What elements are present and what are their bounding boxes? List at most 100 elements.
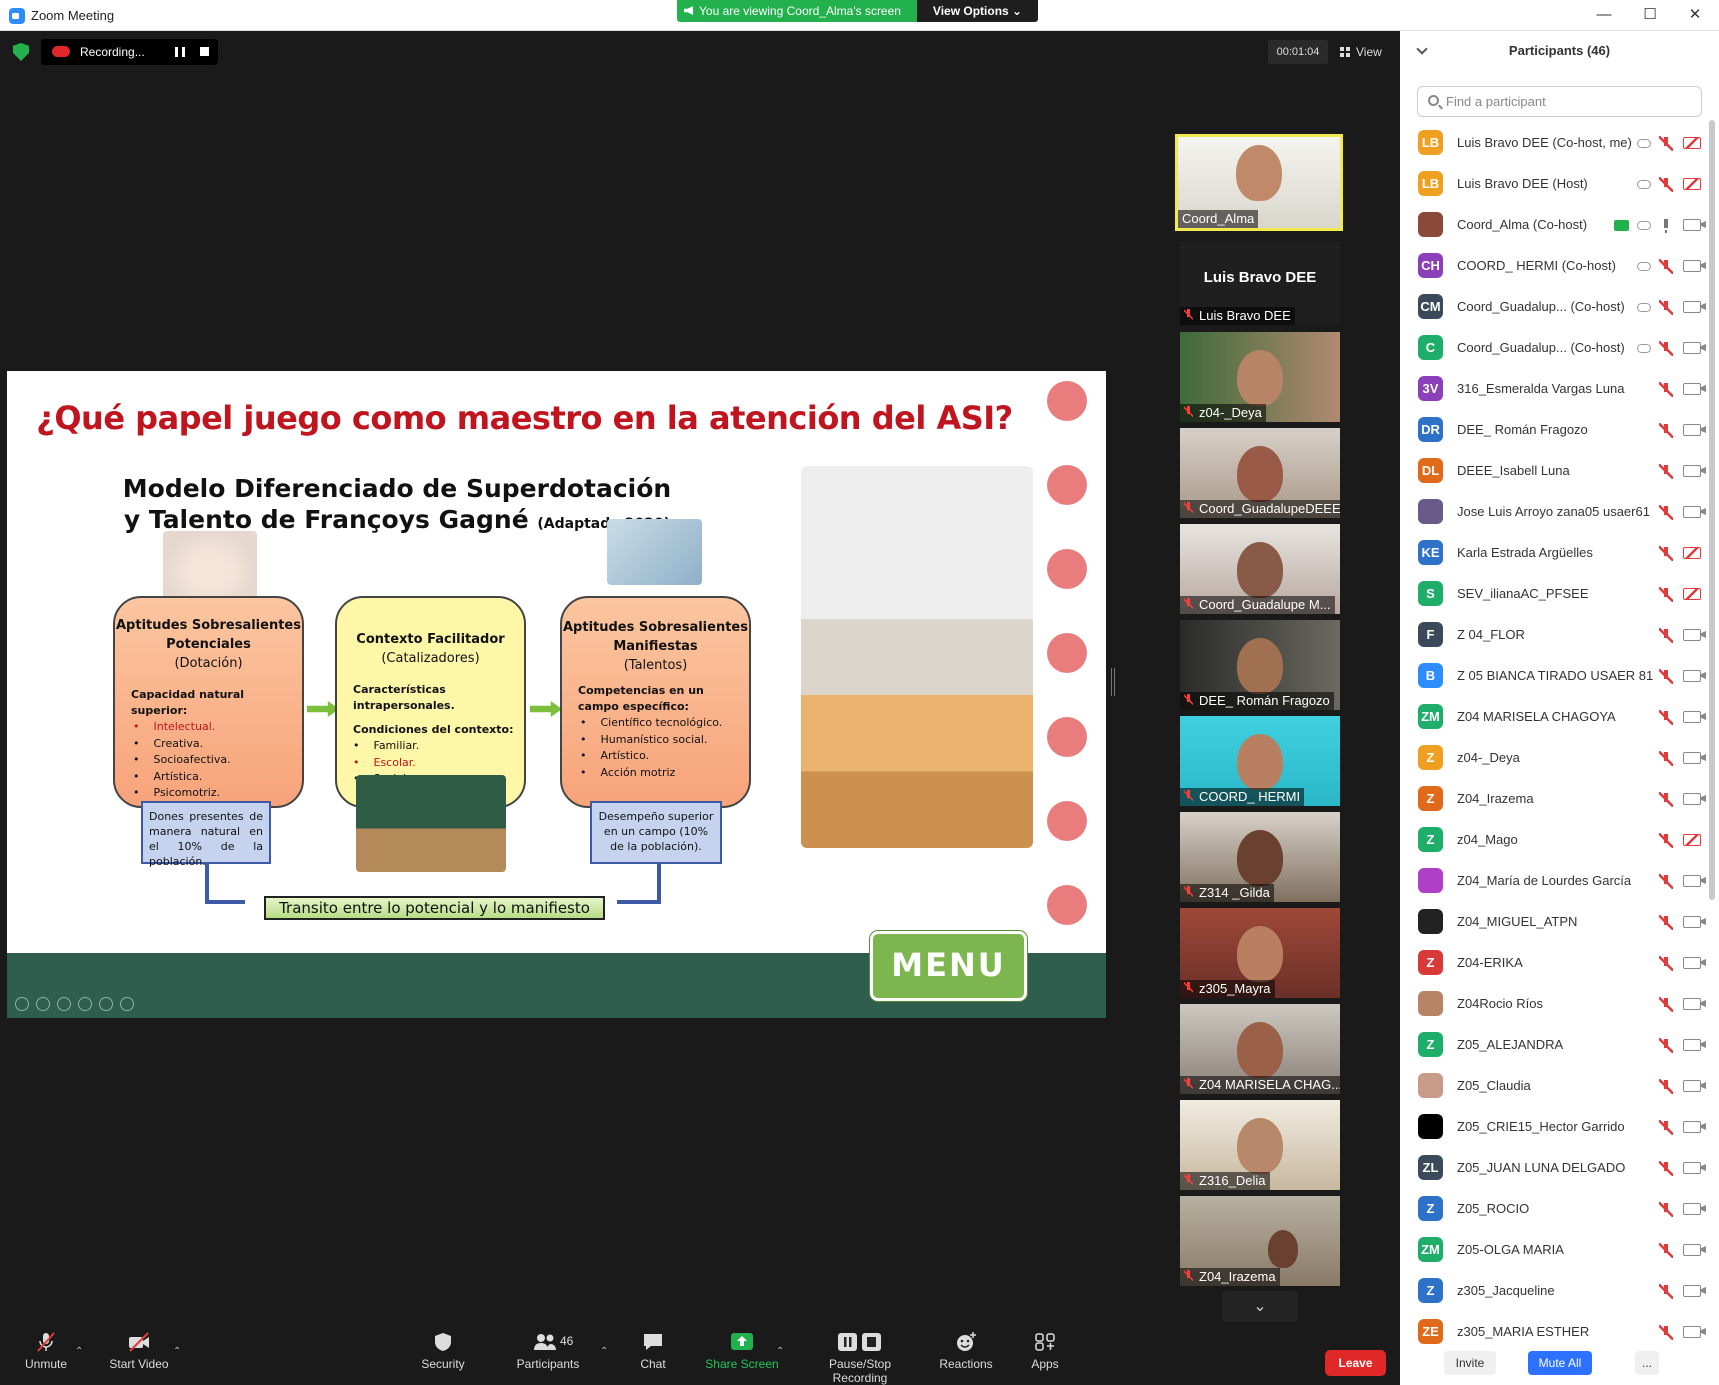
muted-mic-icon[interactable] [1659,627,1673,643]
video-icon[interactable] [1683,342,1701,354]
video-tile[interactable]: Coord_Guadalupe M... [1180,524,1340,614]
puzzle-icon[interactable] [1047,465,1087,505]
pause-recording-icon[interactable] [175,47,185,57]
muted-mic-icon[interactable] [1659,422,1673,438]
participants-scrollbar[interactable] [1709,120,1715,900]
muted-mic-icon[interactable] [1659,750,1673,766]
video-tile[interactable]: z305_Mayra [1180,908,1340,998]
heart-icon[interactable] [1047,801,1087,841]
participant-row[interactable]: DL DEEE_Isabell Luna [1400,450,1705,491]
video-icon[interactable] [1683,1121,1701,1133]
video-icon[interactable] [1683,1039,1701,1051]
muted-mic-icon[interactable] [1659,1242,1673,1258]
video-tile[interactable]: Z04_Irazema [1180,1196,1340,1286]
find-participant-input[interactable]: Find a participant [1417,86,1702,117]
chat-button[interactable]: Chat [608,1332,698,1371]
muted-mic-icon[interactable] [1659,586,1673,602]
video-icon[interactable] [1683,1162,1701,1174]
participant-row[interactable]: FZ 04_FLOR [1400,614,1705,655]
more-options-button[interactable]: ... [1635,1351,1659,1375]
muted-mic-icon[interactable] [1659,463,1673,479]
video-off-icon[interactable] [1683,137,1701,149]
participant-row[interactable]: Zz04_Mago [1400,819,1705,860]
video-icon[interactable] [1683,875,1701,887]
muted-mic-icon[interactable] [1659,1160,1673,1176]
more-icon[interactable] [120,997,134,1011]
video-tile[interactable]: Z316_Delia [1180,1100,1340,1190]
muted-mic-icon[interactable] [1659,381,1673,397]
video-tile[interactable]: COORD_ HERMI [1180,716,1340,806]
participant-row[interactable]: Zz04-_Deya [1400,737,1705,778]
stop-recording-icon[interactable] [200,47,209,56]
participant-row[interactable]: Z04Rocio Ríos [1400,983,1705,1024]
participants-button[interactable]: 46 Participants [503,1332,593,1371]
muted-mic-icon[interactable] [1659,135,1673,151]
zoom-icon[interactable] [99,997,113,1011]
video-tile[interactable]: Z314 _Gilda [1180,812,1340,902]
participant-row[interactable]: C Coord_Guadalup... (Co-host) [1400,327,1705,368]
video-icon[interactable] [1683,916,1701,928]
participant-row[interactable]: Z05_CRIE15_Hector Garrido [1400,1106,1705,1147]
participant-row[interactable]: DR DEE_ Román Fragozo [1400,409,1705,450]
video-icon[interactable] [1683,629,1701,641]
video-tile[interactable]: Coord_GuadalupeDEEE [1180,428,1340,518]
muted-mic-icon[interactable] [1659,258,1673,274]
video-off-icon[interactable] [1683,834,1701,846]
video-icon[interactable] [1683,506,1701,518]
video-tile[interactable]: Coord_Alma [1175,134,1343,231]
participant-row[interactable]: Z Z04-ERIKA [1400,942,1705,983]
video-icon[interactable] [1683,465,1701,477]
pause-stop-recording-button[interactable]: Pause/Stop Recording [800,1332,920,1385]
video-tile[interactable]: Luis Bravo DEE Luis Bravo DEE [1180,241,1340,325]
prev-slide-icon[interactable] [15,997,29,1011]
split-handle[interactable] [1111,668,1115,696]
muted-mic-icon[interactable] [1659,955,1673,971]
muted-mic-icon[interactable] [1659,504,1673,520]
invite-button[interactable]: Invite [1444,1351,1496,1375]
video-icon[interactable] [1683,260,1701,272]
participant-row[interactable]: ZM Z04 MARISELA CHAGOYA [1400,696,1705,737]
muted-mic-icon[interactable] [1659,791,1673,807]
participant-row[interactable]: Z05_Claudia [1400,1065,1705,1106]
muted-mic-icon[interactable] [1659,1037,1673,1053]
start-video-button[interactable]: Start Video [94,1332,184,1371]
participant-row[interactable]: ZE z305_MARIA ESTHER [1400,1311,1705,1352]
participant-row[interactable]: 3V 316_Esmeralda Vargas Luna [1400,368,1705,409]
close-button[interactable]: ✕ [1685,6,1705,24]
muted-mic-icon[interactable] [1659,1119,1673,1135]
muted-mic-icon[interactable] [1659,668,1673,684]
security-button[interactable]: Security [398,1332,488,1371]
head-icon[interactable] [1047,549,1087,589]
video-icon[interactable] [1683,1080,1701,1092]
participant-row[interactable]: Zz305_Jacqueline [1400,1270,1705,1311]
leave-button[interactable]: Leave [1325,1350,1386,1376]
apps-button[interactable]: Apps [1000,1332,1090,1371]
muted-mic-icon[interactable] [1659,340,1673,356]
participant-row[interactable]: Coord_Alma (Co-host) [1400,204,1705,245]
video-options-caret[interactable]: ⌃ [173,1346,181,1357]
video-icon[interactable] [1683,998,1701,1010]
video-icon[interactable] [1683,670,1701,682]
muted-mic-icon[interactable] [1659,914,1673,930]
scroll-tiles-down-button[interactable]: ⌄ [1222,1291,1298,1322]
participant-row[interactable]: LB Luis Bravo DEE (Host) [1400,163,1705,204]
as-logo-icon[interactable] [1047,885,1087,925]
video-icon[interactable] [1683,1285,1701,1297]
video-icon[interactable] [1683,957,1701,969]
audio-options-caret[interactable]: ⌃ [75,1346,83,1357]
video-off-icon[interactable] [1683,547,1701,559]
participant-row[interactable]: Z04_MIGUEL_ATPN [1400,901,1705,942]
muted-mic-icon[interactable] [1659,996,1673,1012]
reactions-button[interactable]: Reactions [921,1332,1011,1371]
minimize-button[interactable]: — [1594,6,1614,24]
muted-mic-icon[interactable] [1659,176,1673,192]
participant-row[interactable]: LB Luis Bravo DEE (Co-host, me) [1400,122,1705,163]
next-slide-icon[interactable] [36,997,50,1011]
gymnast-icon[interactable] [1047,717,1087,757]
mute-all-button[interactable]: Mute All [1528,1351,1592,1375]
video-tile[interactable]: DEE_ Román Fragozo [1180,620,1340,710]
participant-row[interactable]: BZ 05 BIANCA TIRADO USAER 81 [1400,655,1705,696]
video-off-icon[interactable] [1683,588,1701,600]
muted-mic-icon[interactable] [1659,709,1673,725]
participant-row[interactable]: Z04_María de Lourdes García [1400,860,1705,901]
